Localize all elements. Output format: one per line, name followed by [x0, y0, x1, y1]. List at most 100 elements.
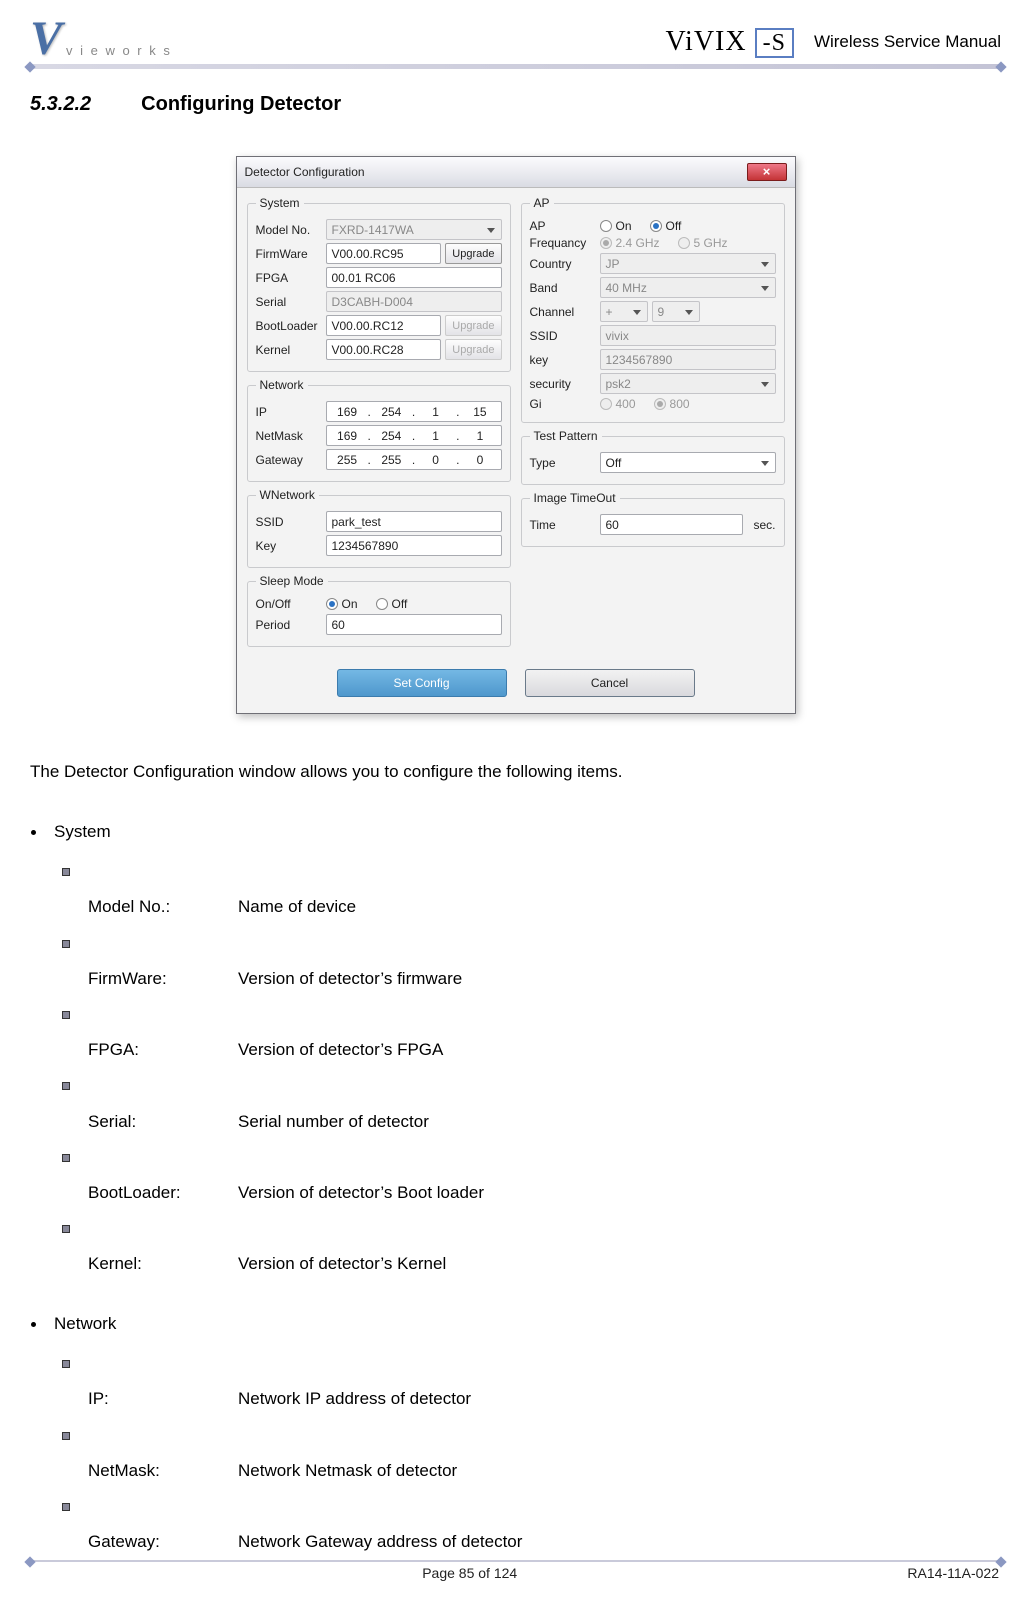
- definition-item: Gateway:Network Gateway address of detec…: [88, 1488, 1001, 1559]
- fpga-input[interactable]: 00.01 RC06: [326, 267, 502, 288]
- firmware-input[interactable]: V00.00.RC95: [326, 243, 442, 264]
- wnetwork-ssid-label: SSID: [256, 515, 322, 529]
- definition-desc: Version of detector’s firmware: [238, 961, 462, 997]
- kernel-input[interactable]: V00.00.RC28: [326, 339, 442, 360]
- wnetwork-ssid-input[interactable]: park_test: [326, 511, 502, 532]
- page-number: Page 85 of 124: [422, 1565, 517, 1581]
- image-timeout-group: Image TimeOut Time 60 sec.: [521, 491, 785, 547]
- definition-term: NetMask:: [88, 1453, 238, 1489]
- netmask-label: NetMask: [256, 429, 322, 443]
- doc-number: RA14-11A-022: [907, 1565, 999, 1581]
- definition-desc: Version of detector’s FPGA: [238, 1032, 443, 1068]
- definition-desc: Serial number of detector: [238, 1104, 429, 1140]
- ip-input[interactable]: 169. 254. 1. 15: [326, 401, 502, 422]
- fpga-label: FPGA: [256, 271, 322, 285]
- definition-item: Serial:Serial number of detector: [88, 1068, 1001, 1139]
- test-pattern-legend: Test Pattern: [530, 429, 602, 443]
- timeout-time-label: Time: [530, 518, 596, 532]
- definition-term: IP:: [88, 1381, 238, 1417]
- intro-text: The Detector Configuration window allows…: [30, 754, 1001, 790]
- ap-freq-24-radio: 2.4 GHz: [600, 236, 660, 250]
- ap-freq-label: Frequancy: [530, 236, 596, 250]
- ap-channel-num-select: 9: [652, 301, 700, 322]
- bootloader-label: BootLoader: [256, 319, 322, 333]
- bootloader-input[interactable]: V00.00.RC12: [326, 315, 442, 336]
- test-pattern-group: Test Pattern Type Off: [521, 429, 785, 485]
- ap-band-label: Band: [530, 281, 596, 295]
- test-type-select[interactable]: Off: [600, 452, 776, 473]
- definition-term: Gateway:: [88, 1524, 238, 1560]
- radio-icon: [600, 220, 612, 232]
- footer-divider: [30, 1560, 1001, 1562]
- definition-item: Kernel:Version of detector’s Kernel: [88, 1211, 1001, 1282]
- product-logo: ViVIX -S: [666, 26, 794, 59]
- ap-channel-label: Channel: [530, 305, 596, 319]
- definition-term: Serial:: [88, 1104, 238, 1140]
- close-button[interactable]: ×: [747, 163, 787, 181]
- definition-item: BootLoader:Version of detector’s Boot lo…: [88, 1139, 1001, 1210]
- brand-logo: V v i e w o r k s: [30, 20, 172, 58]
- gateway-label: Gateway: [256, 453, 322, 467]
- radio-icon: [650, 220, 662, 232]
- firmware-label: FirmWare: [256, 247, 322, 261]
- sleep-period-input[interactable]: 60: [326, 614, 502, 635]
- ap-gi-800-radio: 800: [654, 397, 690, 411]
- definition-item: FPGA:Version of detector’s FPGA: [88, 997, 1001, 1068]
- kernel-upgrade-button: Upgrade: [445, 339, 501, 360]
- sleep-off-radio[interactable]: Off: [376, 597, 408, 611]
- ap-off-radio[interactable]: Off: [650, 219, 682, 233]
- ap-gi-400-radio: 400: [600, 397, 636, 411]
- definition-item: IP:Network IP address of detector: [88, 1346, 1001, 1417]
- wnetwork-key-label: Key: [256, 539, 322, 553]
- ap-group: AP AP On Off Frequancy: [521, 196, 785, 423]
- bootloader-upgrade-button: Upgrade: [445, 315, 501, 336]
- body-group-title: System: [54, 822, 111, 841]
- definition-item: Model No.:Name of device: [88, 854, 1001, 925]
- radio-icon: [654, 398, 666, 410]
- radio-icon: [326, 598, 338, 610]
- ap-key-label: key: [530, 353, 596, 367]
- ap-ssid-label: SSID: [530, 329, 596, 343]
- ap-channel-sign-select: +: [600, 301, 648, 322]
- ap-on-radio[interactable]: On: [600, 219, 632, 233]
- ap-label: AP: [530, 219, 596, 233]
- definition-desc: Name of device: [238, 889, 356, 925]
- system-legend: System: [256, 196, 304, 210]
- definition-desc: Network Netmask of detector: [238, 1453, 457, 1489]
- gateway-input[interactable]: 255. 255. 0. 0: [326, 449, 502, 470]
- sleep-on-radio[interactable]: On: [326, 597, 358, 611]
- brand-name: v i e w o r k s: [66, 43, 172, 58]
- model-no-select[interactable]: FXRD-1417WA: [326, 219, 502, 240]
- image-timeout-legend: Image TimeOut: [530, 491, 620, 505]
- definition-term: FirmWare:: [88, 961, 238, 997]
- cancel-button[interactable]: Cancel: [525, 669, 695, 697]
- set-config-button[interactable]: Set Config: [337, 669, 507, 697]
- definition-term: FPGA:: [88, 1032, 238, 1068]
- ap-country-select: JP: [600, 253, 776, 274]
- definition-term: Kernel:: [88, 1246, 238, 1282]
- header-divider: [30, 64, 1001, 69]
- dialog-title: Detector Configuration: [245, 165, 365, 179]
- ap-key-input: 1234567890: [600, 349, 776, 370]
- radio-icon: [376, 598, 388, 610]
- definition-term: BootLoader:: [88, 1175, 238, 1211]
- ap-security-select: psk2: [600, 373, 776, 394]
- ap-security-label: security: [530, 377, 596, 391]
- body-group-title: Network: [54, 1314, 116, 1333]
- wnetwork-group: WNetwork SSID park_test Key 1234567890: [247, 488, 511, 568]
- sleep-legend: Sleep Mode: [256, 574, 328, 588]
- ip-label: IP: [256, 405, 322, 419]
- test-type-label: Type: [530, 456, 596, 470]
- timeout-unit: sec.: [753, 518, 775, 532]
- wnetwork-key-input[interactable]: 1234567890: [326, 535, 502, 556]
- serial-label: Serial: [256, 295, 322, 309]
- ap-freq-5-radio: 5 GHz: [678, 236, 728, 250]
- radio-icon: [600, 237, 612, 249]
- firmware-upgrade-button[interactable]: Upgrade: [445, 243, 501, 264]
- netmask-input[interactable]: 169. 254. 1. 1: [326, 425, 502, 446]
- section-number: 5.3.2.2: [30, 93, 91, 116]
- ap-ssid-input: vivix: [600, 325, 776, 346]
- ap-legend: AP: [530, 196, 554, 210]
- radio-icon: [600, 398, 612, 410]
- timeout-time-input[interactable]: 60: [600, 514, 744, 535]
